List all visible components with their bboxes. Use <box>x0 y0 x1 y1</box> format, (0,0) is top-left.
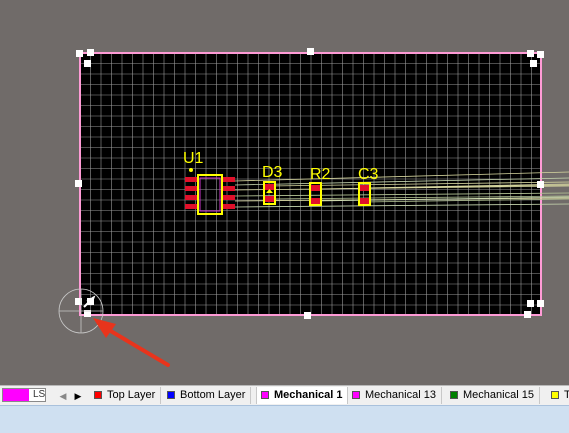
d3-pad-2 <box>265 196 274 202</box>
current-layer-swatch <box>3 389 29 401</box>
pcb-workspace[interactable]: U1 D3 R2 C3 <box>0 0 569 385</box>
designator-u1: U1 <box>183 150 204 167</box>
layer-next-button[interactable]: ▶ <box>71 389 85 403</box>
top-layer-swatch <box>94 391 102 399</box>
tab-label: Top Layer <box>107 389 156 401</box>
top-overlay-swatch <box>551 391 559 399</box>
c3-pad-2 <box>360 198 369 204</box>
pcb-canvas[interactable]: U1 D3 R2 C3 <box>0 0 569 385</box>
pin1-marker <box>189 168 193 172</box>
designator-d3: D3 <box>262 164 283 181</box>
tab-mechanical-15[interactable]: Mechanical 15 <box>446 387 540 404</box>
bottom-layer-swatch <box>167 391 175 399</box>
status-bar <box>0 405 569 433</box>
r2-pad-1 <box>311 185 320 191</box>
tab-mechanical-1[interactable]: Mechanical 1 <box>256 387 349 404</box>
mechanical-1-swatch <box>261 391 269 399</box>
c3-pad-1 <box>360 185 369 191</box>
designator-c3: C3 <box>358 166 379 183</box>
tab-mechanical-13[interactable]: Mechanical 13 <box>348 387 442 404</box>
layer-tab-bar: LS ◀ ▶ Top Layer Bottom Layer Mechanical… <box>0 385 569 405</box>
r2-pad-2 <box>311 198 320 204</box>
tab-label: Mechanical 15 <box>463 389 534 401</box>
current-layer-indicator[interactable]: LS <box>2 388 46 402</box>
current-layer-label: LS <box>33 389 46 400</box>
tab-label: Mechanical 13 <box>365 389 436 401</box>
annotation-arrow <box>93 318 170 367</box>
origin-marker-icon <box>58 288 104 334</box>
tab-bottom-layer[interactable]: Bottom Layer <box>163 387 252 404</box>
tab-top-layer[interactable]: Top Layer <box>90 387 162 404</box>
mechanical-15-swatch <box>450 391 458 399</box>
designator-r2: R2 <box>310 166 331 183</box>
tab-label: Mechanical 1 <box>274 389 343 401</box>
tab-label: T <box>564 389 569 401</box>
tab-top-overlay[interactable]: T <box>547 387 569 404</box>
mechanical-13-swatch <box>352 391 360 399</box>
tab-label: Bottom Layer <box>180 389 246 401</box>
layer-prev-button[interactable]: ◀ <box>56 389 70 403</box>
